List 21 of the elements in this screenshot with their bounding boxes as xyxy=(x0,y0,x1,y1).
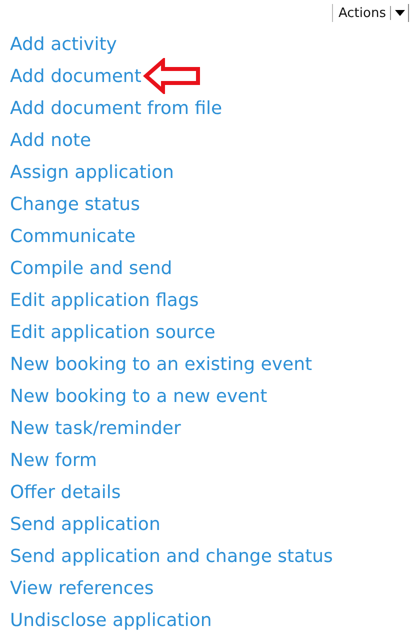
action-link[interactable]: Add activity xyxy=(10,34,117,54)
action-link[interactable]: Change status xyxy=(10,194,140,214)
action-link[interactable]: New task/reminder xyxy=(10,418,181,438)
actions-dropdown[interactable]: Actions xyxy=(332,4,409,22)
action-link[interactable]: Send application xyxy=(10,514,160,534)
action-link[interactable]: Communicate xyxy=(10,226,136,246)
action-link[interactable]: Add note xyxy=(10,130,92,150)
action-link[interactable]: Add document xyxy=(10,66,142,86)
action-link[interactable]: Compile and send xyxy=(10,258,172,278)
action-link[interactable]: New booking to a new event xyxy=(10,386,268,406)
action-link[interactable]: View references xyxy=(10,578,154,598)
action-link[interactable]: Edit application source xyxy=(10,322,216,342)
action-link[interactable]: Undisclose application xyxy=(10,610,212,630)
action-link[interactable]: Send application and change status xyxy=(10,546,333,566)
action-link[interactable]: Offer details xyxy=(10,482,121,502)
action-link[interactable]: New booking to an existing event xyxy=(10,354,312,374)
caret-icon xyxy=(390,6,405,20)
action-link[interactable]: Assign application xyxy=(10,162,174,182)
action-link[interactable]: Edit application flags xyxy=(10,290,199,310)
action-link[interactable]: New form xyxy=(10,450,97,470)
action-link[interactable]: Add document from file xyxy=(10,98,222,118)
